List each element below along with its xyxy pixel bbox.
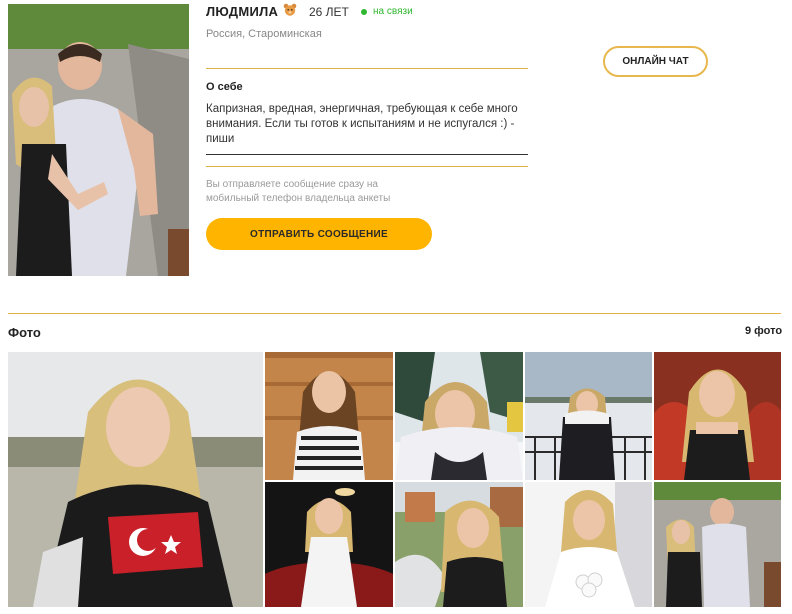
profile-location: Россия, Староминская <box>206 28 322 40</box>
photo-thumbnail[interactable] <box>265 352 393 480</box>
divider <box>206 166 528 167</box>
photo-thumbnail[interactable] <box>8 352 263 607</box>
photo-thumbnail[interactable] <box>525 482 652 607</box>
photo-thumbnail[interactable] <box>265 482 393 607</box>
section-divider <box>8 313 781 314</box>
send-message-button[interactable]: ОТПРАВИТЬ СООБЩЕНИЕ <box>206 218 432 250</box>
photo-thumbnail[interactable] <box>654 482 781 607</box>
online-chat-button[interactable]: ОНЛАЙН ЧАТ <box>603 46 708 77</box>
photo-thumbnail[interactable] <box>654 352 781 480</box>
photos-count[interactable]: 9 фото <box>745 325 782 337</box>
divider <box>206 68 528 69</box>
bear-icon <box>283 3 297 17</box>
photo-thumbnail[interactable] <box>525 352 652 480</box>
message-notice: Вы отправляете сообщение сразу на мобиль… <box>206 179 391 204</box>
profile-age: 26 ЛЕТ <box>309 5 349 19</box>
photos-title: Фото <box>8 325 41 340</box>
profile-main-photo[interactable] <box>8 4 189 276</box>
about-title: О себе <box>206 81 243 93</box>
about-text: Капризная, вредная, энергичная, требующа… <box>206 103 518 145</box>
photo-thumbnail[interactable] <box>395 352 523 480</box>
profile-name: ЛЮДМИЛА <box>206 4 279 19</box>
online-dot-icon <box>361 9 367 15</box>
divider <box>206 154 528 155</box>
photo-thumbnail[interactable] <box>395 482 523 607</box>
online-status: на связи <box>373 6 413 17</box>
